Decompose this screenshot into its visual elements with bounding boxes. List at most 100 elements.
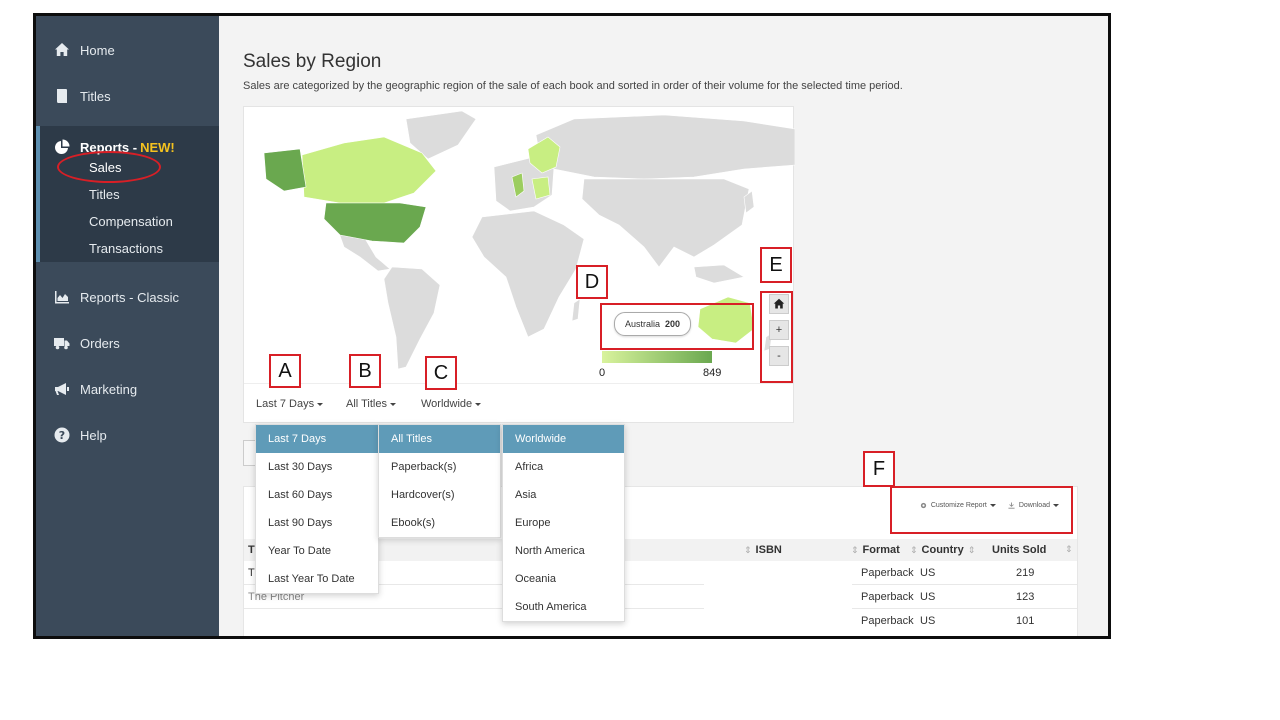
sidebar-item-reports-classic[interactable]: Reports - Classic [36, 283, 219, 311]
sidebar-reports-section: Reports - NEW! Sales Titles Compensation… [36, 126, 219, 262]
region-filter[interactable]: Worldwide [421, 398, 482, 410]
sidebar-subitem-transactions[interactable]: Transactions [89, 237, 163, 261]
period-option[interactable]: Last 90 Days [256, 509, 378, 537]
annotation-b: B [349, 354, 381, 388]
tools-highlight-box [890, 486, 1073, 534]
sidebar-item-help[interactable]: ? Help [36, 421, 219, 449]
region-option[interactable]: Europe [503, 509, 624, 537]
sidebar-item-label: Orders [80, 335, 120, 351]
titles-option[interactable]: Ebook(s) [379, 509, 500, 537]
region-russia [535, 114, 795, 180]
cell-units: 123 [1016, 591, 1035, 603]
annotation-e: E [760, 247, 792, 283]
region-south-america [383, 266, 441, 370]
header-units-sold[interactable]: Units Sold [992, 544, 1046, 556]
zoom-highlight-box [760, 291, 793, 383]
region-option[interactable]: Asia [503, 481, 624, 509]
row-divider [852, 584, 1077, 585]
region-africa [471, 210, 585, 338]
titles-option[interactable]: Hardcover(s) [379, 481, 500, 509]
header-sort-extra[interactable]: ⇕ [1061, 544, 1077, 555]
sidebar-item-home[interactable]: Home [36, 36, 219, 64]
header-isbn-label: ISBN [755, 544, 782, 556]
sort-icon: ⇕ [967, 544, 976, 555]
table-row[interactable]: Paperback US 101 [244, 610, 1077, 633]
region-option[interactable]: Africa [503, 453, 624, 481]
period-option[interactable]: Last 7 Days [256, 425, 378, 453]
header-isbn[interactable]: ⇕ ISBN [740, 544, 782, 556]
sort-icon: ⇕ [910, 544, 918, 555]
region-option[interactable]: Worldwide [503, 425, 624, 453]
period-option[interactable]: Year To Date [256, 537, 378, 565]
page-description: Sales are categorized by the geographic … [243, 80, 903, 92]
sidebar-item-label: Home [80, 42, 115, 58]
period-option[interactable]: Last 60 Days [256, 481, 378, 509]
cell-format: Paperback [861, 591, 914, 603]
header-country-label: Country [921, 544, 964, 556]
period-option[interactable]: Last Year To Date [256, 565, 378, 593]
sort-icon: ⇕ [851, 544, 859, 555]
sidebar: Home Titles Reports - NEW! Sales Titles … [36, 16, 219, 636]
legend-min: 0 [599, 367, 606, 379]
header-units-label: Units Sold [992, 544, 1047, 556]
map-legend-gradient [602, 351, 712, 363]
sidebar-item-marketing[interactable]: Marketing [36, 375, 219, 403]
tooltip-highlight-box [600, 303, 754, 350]
titles-option[interactable]: Paperback(s) [379, 453, 500, 481]
page-title: Sales by Region [243, 51, 382, 72]
caret-down-icon [317, 402, 324, 406]
sidebar-item-label: Titles [80, 88, 111, 104]
region-option[interactable]: South America [503, 593, 624, 621]
period-filter[interactable]: Last 7 Days [256, 398, 324, 410]
annotation-f: F [863, 451, 895, 487]
region-option[interactable]: Oceania [503, 565, 624, 593]
new-badge: NEW! [140, 139, 175, 155]
sidebar-item-label: Marketing [80, 381, 138, 397]
cell-country: US [920, 615, 936, 627]
sidebar-item-label: Help [80, 427, 107, 443]
area-chart-icon [54, 289, 70, 305]
annotation-d: D [576, 265, 608, 299]
cell-format: Paperback [861, 567, 914, 579]
home-icon [54, 42, 70, 58]
header-format-label: Format [862, 544, 900, 556]
pie-chart-icon [55, 139, 70, 154]
cell-units: 101 [1016, 615, 1035, 627]
titles-filter-label: All Titles [346, 398, 387, 410]
sidebar-item-orders[interactable]: Orders [36, 329, 219, 357]
region-madagascar [571, 298, 581, 322]
truck-icon [54, 335, 70, 351]
svg-text:?: ? [59, 429, 65, 442]
header-country[interactable]: ⇕ Country ⇕ [906, 544, 979, 556]
row-divider [852, 608, 1077, 609]
titles-option[interactable]: All Titles [379, 425, 500, 453]
question-icon: ? [54, 427, 70, 443]
cell-country: US [920, 591, 936, 603]
annotation-c: C [425, 356, 457, 390]
region-option[interactable]: North America [503, 537, 624, 565]
cell-country: US [920, 567, 936, 579]
period-filter-label: Last 7 Days [256, 398, 315, 410]
region-filter-label: Worldwide [421, 398, 473, 410]
book-icon [54, 88, 70, 104]
sort-icon: ⇕ [1065, 544, 1073, 554]
megaphone-icon [54, 381, 70, 397]
cell-units: 219 [1016, 567, 1035, 579]
sales-highlight-circle [57, 151, 161, 183]
region-dropdown: Worldwide Africa Asia Europe North Ameri… [502, 424, 625, 622]
period-option[interactable]: Last 30 Days [256, 453, 378, 481]
sidebar-item-label: Reports - Classic [80, 289, 179, 305]
titles-filter[interactable]: All Titles [346, 398, 396, 410]
sidebar-subitem-titles[interactable]: Titles [89, 183, 120, 207]
titles-dropdown: All Titles Paperback(s) Hardcover(s) Ebo… [378, 424, 501, 538]
caret-down-icon [389, 402, 396, 406]
region-asia [581, 178, 750, 268]
app-window: Home Titles Reports - NEW! Sales Titles … [33, 13, 1111, 639]
sidebar-subitem-compensation[interactable]: Compensation [89, 210, 173, 234]
region-se-asia [693, 264, 745, 284]
cell-format: Paperback [861, 615, 914, 627]
row-divider [244, 608, 704, 609]
header-format[interactable]: ⇕ Format [847, 544, 900, 556]
sidebar-item-titles[interactable]: Titles [36, 82, 219, 110]
caret-down-icon [475, 402, 482, 406]
